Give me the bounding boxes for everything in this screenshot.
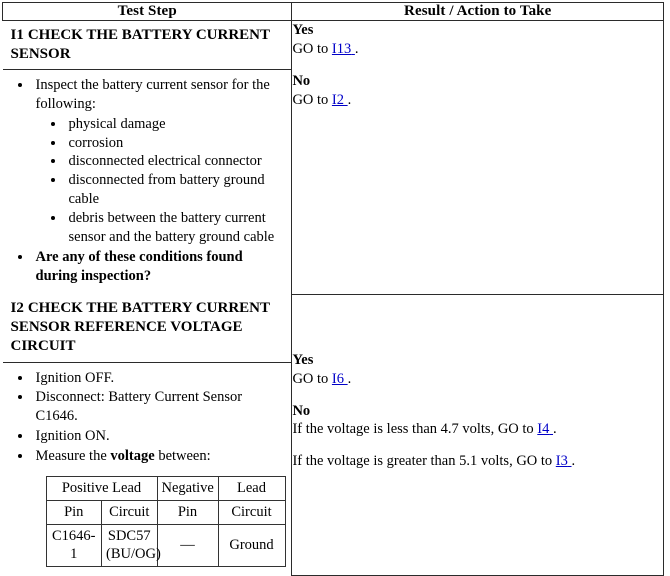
pin-table-col-negative-circuit: Circuit xyxy=(217,499,286,525)
table-row-step-i2: I2 CHECK THE BATTERY CURRENT SENSOR REFER… xyxy=(2,293,664,576)
pin-table-col-pin: Pin xyxy=(45,499,102,525)
step-i1-yes-label: Yes xyxy=(292,22,314,38)
step-i1-no-suffix: . xyxy=(347,91,352,108)
step-i1-body: Inspect the battery current sensor for t… xyxy=(3,70,292,294)
step-i1-question: Are any of these conditions found during… xyxy=(33,248,286,286)
step-i2-id: I2 xyxy=(10,300,24,317)
pin-table-negative-header-a: Negative xyxy=(156,475,219,501)
pin-table-cell-circuit: SDC57 (BU/OG) xyxy=(101,523,161,568)
list-item: disconnected from battery ground cable xyxy=(66,171,286,209)
column-header-result-action: Result / Action to Take xyxy=(291,2,664,21)
step-i2-yes-label: Yes xyxy=(292,351,314,368)
step-i2-no-line1-post: . xyxy=(553,421,557,438)
step-i2-yes-action: GO to I6. xyxy=(292,370,663,389)
step-i2-heading: I2 CHECK THE BATTERY CURRENT SENSOR REFER… xyxy=(2,294,292,363)
list-item: corrosion xyxy=(66,134,286,153)
step-i1-result-column: Yes GO to I13. No GO to I2. xyxy=(291,20,664,295)
step-i2-no-line1-pre: If the voltage is less than 4.7 volts, G… xyxy=(292,421,538,438)
step-i2-no-line2-post: . xyxy=(571,453,576,470)
step-i1-title: CHECK THE BATTERY CURRENT SENSOR xyxy=(10,27,270,63)
step-i2-no-line-2: If the voltage is greater than 5.1 volts… xyxy=(292,452,663,471)
step-i1-yes-action: GO to I13. xyxy=(292,40,663,59)
pin-table-column-header-row: Pin Circuit Pin Circuit xyxy=(45,499,286,525)
step-i2-measure-bold: voltage xyxy=(110,447,155,464)
step-i1-no-prefix: GO to xyxy=(292,91,332,108)
step-i1-yes-suffix: . xyxy=(354,40,359,57)
diagnostic-table: Test Step Result / Action to Take I1 CHEC… xyxy=(1,2,664,576)
list-item: physical damage xyxy=(66,115,286,134)
step-i2-no-line2-pre: If the voltage is greater than 5.1 volts… xyxy=(292,453,556,470)
step-i2-yes-suffix: . xyxy=(347,370,352,387)
step-i2-measure-post: between: xyxy=(154,447,211,464)
step-i2-instruction-list: Ignition OFF. Disconnect: Battery Curren… xyxy=(3,369,286,466)
list-item: Ignition ON. xyxy=(33,427,286,446)
link-i13[interactable]: I13 xyxy=(332,41,355,57)
link-i4[interactable]: I4 xyxy=(537,421,553,437)
pin-table-cell-negative-pin: — xyxy=(156,523,219,568)
step-i1-no-label: No xyxy=(292,72,311,89)
pin-measurement-table: Positive Lead Negative Lead Pin Circuit … xyxy=(45,475,286,568)
step-i2-yes-prefix: GO to xyxy=(292,370,332,387)
pin-table-cell-negative-circuit: Ground xyxy=(217,523,286,568)
step-i2-no-line-1: If the voltage is less than 4.7 volts, G… xyxy=(292,420,663,439)
table-row-step-i1: I1CHECK THE BATTERY CURRENT SENSOR Inspe… xyxy=(2,20,664,295)
step-i1-instruction-list: Inspect the battery current sensor for t… xyxy=(3,76,286,285)
step-i2-no-label: No xyxy=(292,402,311,419)
step-i1-yes-prefix: GO to xyxy=(292,40,332,57)
pin-table-cell-pin: C1646-1 xyxy=(45,523,102,568)
step-i2-title: CHECK THE BATTERY CURRENT SENSOR REFEREN… xyxy=(10,300,270,355)
pin-table-col-negative-pin: Pin xyxy=(156,499,219,525)
pin-table-col-circuit: Circuit xyxy=(101,499,158,525)
table-row: C1646-1 SDC57 (BU/OG) — Ground xyxy=(45,523,286,568)
step-i1-heading: I1 CHECK THE BATTERY CURRENT SENSOR xyxy=(2,21,292,71)
pin-table-positive-lead-header: Positive Lead xyxy=(45,475,158,501)
link-i6[interactable]: I6 xyxy=(332,371,348,387)
table-header-row: Test Step Result / Action to Take xyxy=(1,2,664,21)
step-i1-id: I1 xyxy=(10,27,24,43)
step-i2-left-column: I2 CHECK THE BATTERY CURRENT SENSOR REFER… xyxy=(2,294,292,576)
step-i1-lead-in: Inspect the battery current sensor for t… xyxy=(35,77,270,112)
link-i2[interactable]: I2 xyxy=(332,92,348,108)
list-item: Disconnect: Battery Current Sensor C1646… xyxy=(33,388,286,426)
step-i2-body: Ignition OFF. Disconnect: Battery Curren… xyxy=(3,363,292,576)
step-i1-no-action: GO to I2. xyxy=(292,91,663,110)
list-item: Inspect the battery current sensor for t… xyxy=(33,76,286,247)
step-i1-left-column: I1CHECK THE BATTERY CURRENT SENSOR Inspe… xyxy=(2,21,292,295)
step-i2-measure-pre: Measure the xyxy=(35,447,111,464)
list-item: Ignition OFF. xyxy=(33,369,286,388)
step-i1-sublist: physical damage corrosion disconnected e… xyxy=(36,115,286,247)
list-item: debris between the battery current senso… xyxy=(66,209,286,247)
link-i3[interactable]: I3 xyxy=(556,453,572,469)
pin-table-group-header-row: Positive Lead Negative Lead xyxy=(45,475,286,501)
diagnostic-procedure-page: Test Step Result / Action to Take I1 CHEC… xyxy=(0,2,670,576)
list-item: Measure the voltage between: xyxy=(33,447,286,466)
list-item: disconnected electrical connector xyxy=(66,152,286,171)
step-i2-result-column: Yes GO to I6. No If the voltage is less … xyxy=(291,293,664,576)
pin-table-negative-header-b: Lead xyxy=(217,475,286,501)
column-header-test-step: Test Step xyxy=(1,2,293,21)
